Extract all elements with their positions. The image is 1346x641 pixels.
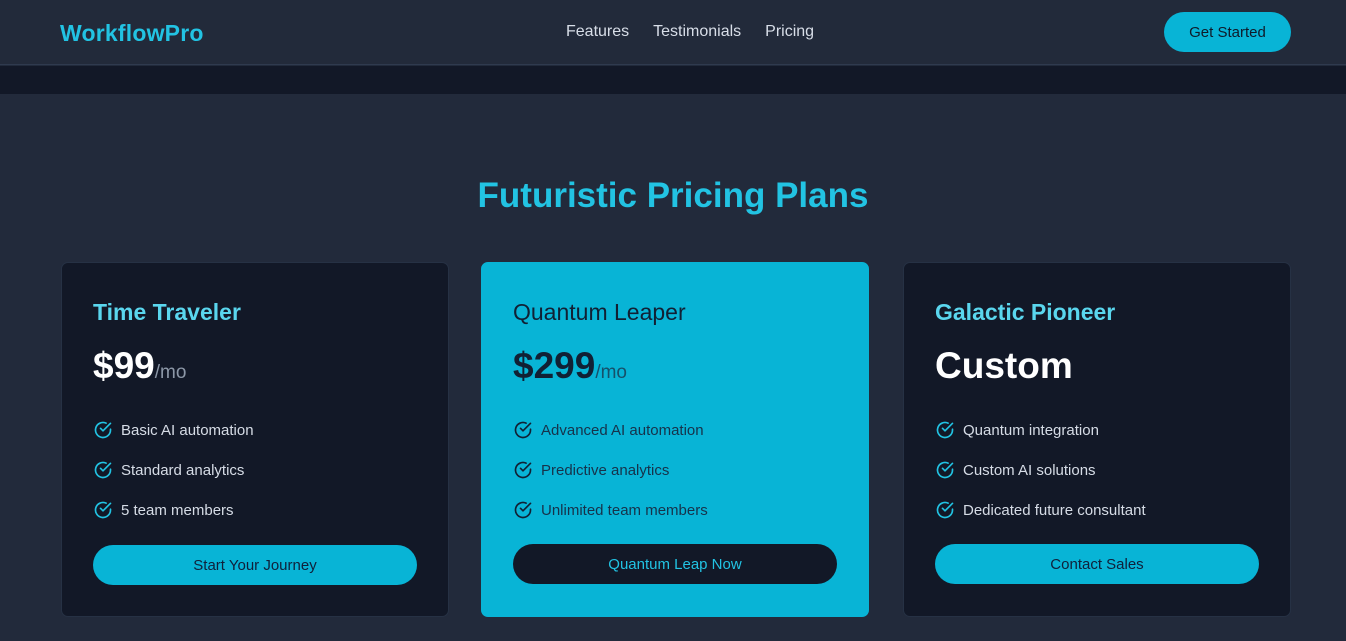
brand-logo[interactable]: WorkflowPro: [60, 20, 204, 47]
feature-label: Standard analytics: [121, 461, 245, 479]
pricing-card-quantum-leaper: Quantum Leaper $299/mo Advanced AI autom…: [481, 262, 869, 617]
price-amount: $299: [513, 345, 596, 386]
nav-link-testimonials[interactable]: Testimonials: [653, 23, 741, 41]
start-journey-button[interactable]: Start Your Journey: [93, 545, 417, 585]
feature-label: Advanced AI automation: [541, 421, 704, 439]
plan-price: Custom: [935, 345, 1073, 387]
feature-item: Predictive analytics: [513, 450, 708, 490]
plan-price: $99/mo: [93, 345, 186, 387]
feature-label: Unlimited team members: [541, 501, 708, 519]
feature-list: Quantum integration Custom AI solutions …: [935, 410, 1146, 530]
feature-label: Basic AI automation: [121, 421, 254, 439]
nav-link-pricing[interactable]: Pricing: [765, 23, 814, 41]
plan-name: Quantum Leaper: [513, 299, 686, 325]
feature-label: Custom AI solutions: [963, 461, 1096, 479]
feature-item: Unlimited team members: [513, 490, 708, 530]
feature-label: Dedicated future consultant: [963, 501, 1146, 519]
price-period: /mo: [154, 362, 187, 383]
feature-label: 5 team members: [121, 501, 234, 519]
pricing-card-time-traveler: Time Traveler $99/mo Basic AI automation…: [61, 262, 449, 617]
price-amount: $99: [93, 345, 155, 386]
pricing-card-galactic-pioneer: Galactic Pioneer Custom Quantum integrat…: [903, 262, 1291, 617]
plan-name: Time Traveler: [93, 299, 241, 325]
plan-price: $299/mo: [513, 345, 627, 387]
feature-label: Quantum integration: [963, 421, 1099, 439]
navbar: WorkflowPro Features Testimonials Pricin…: [0, 0, 1346, 65]
pricing-title: Futuristic Pricing Plans: [477, 176, 869, 215]
header-shadow-strip: [0, 66, 1346, 94]
nav-links: Features Testimonials Pricing: [566, 23, 814, 41]
get-started-button[interactable]: Get Started: [1164, 12, 1291, 52]
price-amount: Custom: [935, 345, 1073, 386]
feature-list: Basic AI automation Standard analytics 5…: [93, 410, 254, 530]
check-circle-icon: [94, 461, 112, 479]
check-circle-icon: [936, 461, 954, 479]
feature-item: Dedicated future consultant: [935, 490, 1146, 530]
check-circle-icon: [936, 501, 954, 519]
check-circle-icon: [514, 461, 532, 479]
contact-sales-button[interactable]: Contact Sales: [935, 544, 1259, 584]
nav-link-features[interactable]: Features: [566, 23, 629, 41]
feature-label: Predictive analytics: [541, 461, 670, 479]
feature-item: Basic AI automation: [93, 410, 254, 450]
plan-name: Galactic Pioneer: [935, 299, 1116, 325]
check-circle-icon: [514, 421, 532, 439]
quantum-leap-button[interactable]: Quantum Leap Now: [513, 544, 837, 584]
check-circle-icon: [936, 421, 954, 439]
price-period: /mo: [595, 362, 627, 383]
check-circle-icon: [94, 421, 112, 439]
check-circle-icon: [94, 501, 112, 519]
feature-item: Advanced AI automation: [513, 410, 708, 450]
feature-item: 5 team members: [93, 490, 254, 530]
feature-item: Quantum integration: [935, 410, 1146, 450]
feature-item: Standard analytics: [93, 450, 254, 490]
feature-item: Custom AI solutions: [935, 450, 1146, 490]
check-circle-icon: [514, 501, 532, 519]
feature-list: Advanced AI automation Predictive analyt…: [513, 410, 708, 530]
